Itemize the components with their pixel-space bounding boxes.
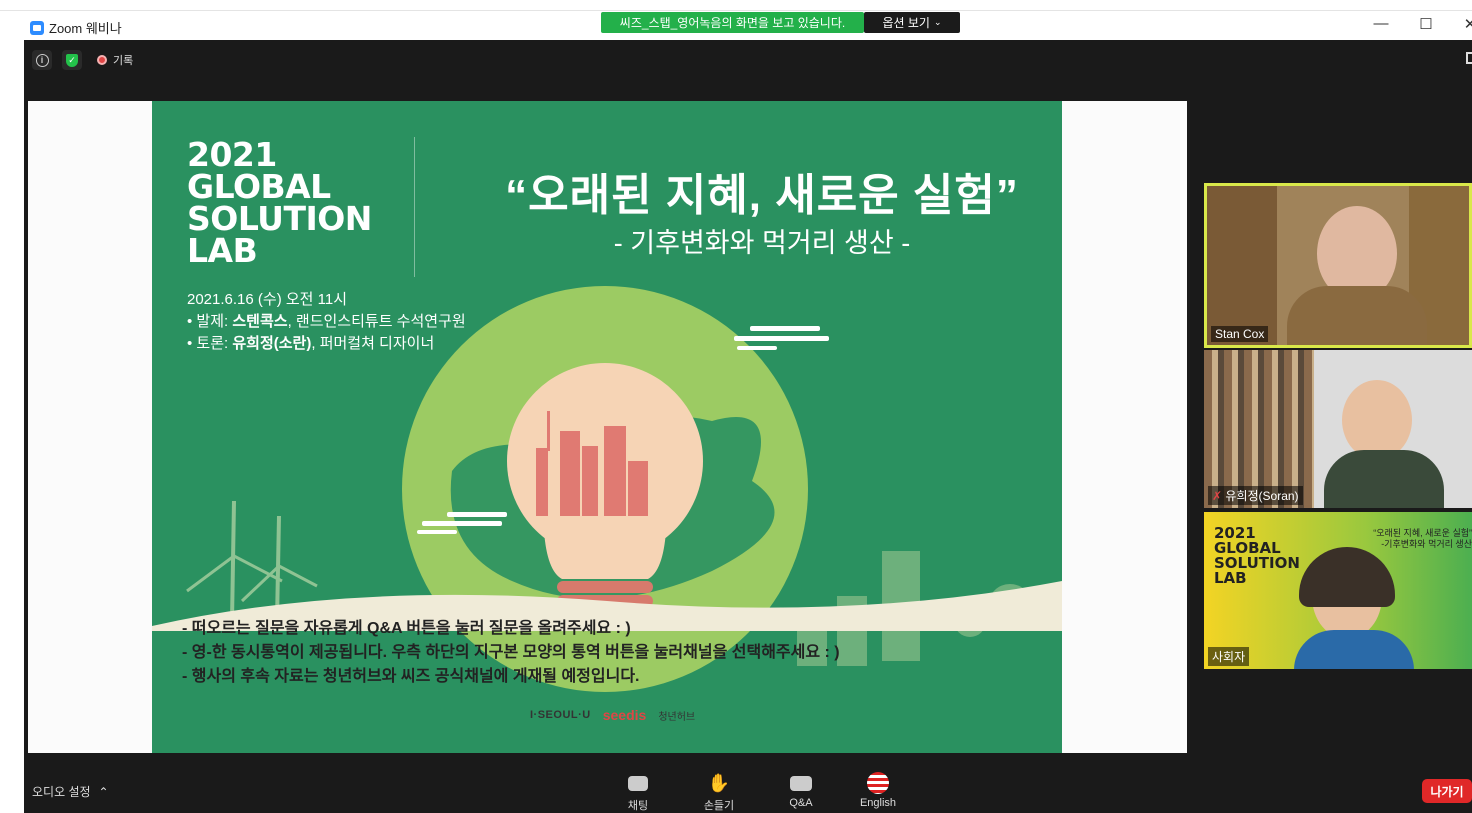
qa-label: Q&A — [789, 797, 813, 809]
meeting-top-bar: i ✓ 기록 — [24, 40, 1472, 78]
discussant-role: , 퍼머컬쳐 디자이너 — [311, 335, 435, 352]
us-flag-globe-icon — [867, 772, 889, 794]
bookshelf-left — [1207, 186, 1277, 345]
app-title-text: Zoom 웨비나 — [49, 21, 122, 36]
chat-label: 채팅 — [627, 800, 649, 812]
host-background-title: 2021 GLOBAL SOLUTION LAB — [1214, 526, 1300, 586]
event-date: 2021.6.16 (수) 오전 11시 — [187, 291, 347, 308]
seedis-logo: seedis — [602, 707, 647, 723]
host-background-subtitle: -기후변화와 먹거리 생산 — [1381, 539, 1472, 549]
participant-name-label: Stan Cox — [1211, 326, 1269, 342]
discussant-name: 유희정(소란) — [232, 335, 312, 352]
presenter-row: • 발제: 스텐콕스, 랜드인스티튜트 수석연구원 — [187, 311, 466, 333]
presenter-role: , 랜드인스티튜트 수석연구원 — [287, 313, 466, 330]
screen-share-banner: 씨즈_스탭_영어녹음의 화면을 보고 있습니다. — [601, 12, 864, 33]
lab-title-line: LAB — [187, 231, 258, 270]
participant-body — [1324, 450, 1444, 508]
participant-video-stan-cox[interactable]: Stan Cox — [1204, 183, 1472, 348]
chevron-down-icon: ⌄ — [933, 17, 942, 27]
shared-screen: 2021 GLOBAL SOLUTION LAB “오래된 지혜, 새로운 실험… — [28, 101, 1187, 753]
zoom-logo-icon — [30, 20, 44, 35]
slide-notes: - 떠오르는 질문을 자유롭게 Q&A 버튼을 눌러 질문을 올려주세요 : )… — [182, 617, 840, 689]
hand-icon: ✋ — [707, 772, 731, 793]
close-button[interactable]: ✕ — [1455, 15, 1472, 33]
view-options-label: 옵션 보기 — [882, 16, 930, 30]
discussant-label: • 토론: — [187, 335, 233, 352]
youth-hub-logo: 청년허브 — [658, 711, 696, 723]
presenter-name: 스텐콕스 — [232, 313, 288, 330]
presentation-slide: 2021 GLOBAL SOLUTION LAB “오래된 지혜, 새로운 실험… — [152, 101, 1062, 753]
note-item: - 떠오르는 질문을 자유롭게 Q&A 버튼을 눌러 질문을 올려주세요 : ) — [182, 620, 631, 637]
record-dot-icon — [97, 55, 107, 65]
lab-title: 2021 GLOBAL SOLUTION LAB — [187, 138, 372, 270]
window-title-bar: Zoom 웨비나 씨즈_스탭_영어녹음의 화면을 보고 있습니다. 옵션 보기 … — [0, 10, 1472, 40]
discussant-row: • 토론: 유희정(소란), 퍼머컬쳐 디자이너 — [187, 333, 466, 355]
chevron-up-icon: ⌃ — [98, 784, 109, 799]
leave-button[interactable]: 나가기 — [1422, 779, 1472, 803]
title-divider — [414, 137, 415, 277]
minimize-button[interactable]: — — [1366, 15, 1396, 32]
record-label: 기록 — [113, 55, 134, 67]
iseoulu-logo: I·SEOUL·U — [530, 709, 591, 721]
sponsor-logos: I·SEOUL·U seedis 청년허브 — [530, 707, 695, 723]
view-options-button[interactable]: 옵션 보기 ⌄ — [864, 12, 960, 33]
raise-hand-label: 손들기 — [703, 800, 735, 812]
event-info: 2021.6.16 (수) 오전 11시 • 발제: 스텐콕스, 랜드인스티튜트… — [187, 289, 466, 355]
note-item: - 행사의 후속 자료는 청년허브와 씨즈 공식채널에 게재될 예정입니다. — [182, 668, 640, 685]
maximize-button[interactable]: ☐ — [1411, 15, 1441, 33]
note-item: - 영-한 동시통역이 제공됩니다. 우측 하단의 지구본 모양의 통역 버튼을… — [182, 644, 840, 661]
qa-button[interactable]: Q&A — [771, 771, 831, 809]
meeting-area: i ✓ 기록 2021 GLOBAL SOLUTION LAB “오래된 지혜,… — [24, 40, 1472, 813]
participant-body — [1287, 286, 1427, 345]
security-shield-icon[interactable]: ✓ — [62, 50, 82, 70]
slide-subtitle: - 기후변화와 먹거리 생산 - — [613, 228, 911, 258]
qa-icon — [790, 775, 812, 791]
app-title: Zoom 웨비나 — [30, 18, 122, 37]
presenter-label: • 발제: — [187, 313, 233, 330]
recording-indicator: 기록 — [97, 52, 133, 68]
participant-video-soran[interactable]: ✗ 유희정(Soran) — [1204, 350, 1472, 508]
participant-body — [1294, 630, 1414, 669]
participant-name-text: 유희정(Soran) — [1225, 489, 1299, 503]
participant-name-label: ✗ 유희정(Soran) — [1208, 486, 1303, 505]
muted-mic-icon: ✗ — [1212, 489, 1223, 503]
participant-face — [1342, 380, 1412, 460]
chat-icon — [628, 775, 648, 791]
raise-hand-button[interactable]: ✋ 손들기 — [689, 771, 749, 813]
host-title-line: LAB — [1214, 569, 1247, 587]
participant-video-host[interactable]: 2021 GLOBAL SOLUTION LAB “오래된 지혜, 새로운 실험… — [1204, 512, 1472, 669]
participant-hair — [1299, 547, 1395, 607]
audio-settings-label: 오디오 설정 — [32, 785, 91, 799]
language-label: English — [859, 797, 897, 809]
audio-settings-button[interactable]: 오디오 설정 ⌃ — [32, 783, 109, 800]
meeting-info-icon[interactable]: i — [32, 50, 52, 70]
bookshelf — [1204, 350, 1314, 508]
participant-name-label: 사회자 — [1208, 647, 1250, 666]
chat-button[interactable]: 채팅 — [608, 771, 668, 813]
meeting-toolbar: 오디오 설정 ⌃ 채팅 ✋ 손들기 Q&A English 나가기 — [24, 763, 1472, 813]
fullscreen-icon[interactable] — [1466, 52, 1472, 64]
slide-main-title: “오래된 지혜, 새로운 실험” — [505, 171, 1019, 220]
interpretation-button[interactable]: English — [848, 771, 908, 809]
